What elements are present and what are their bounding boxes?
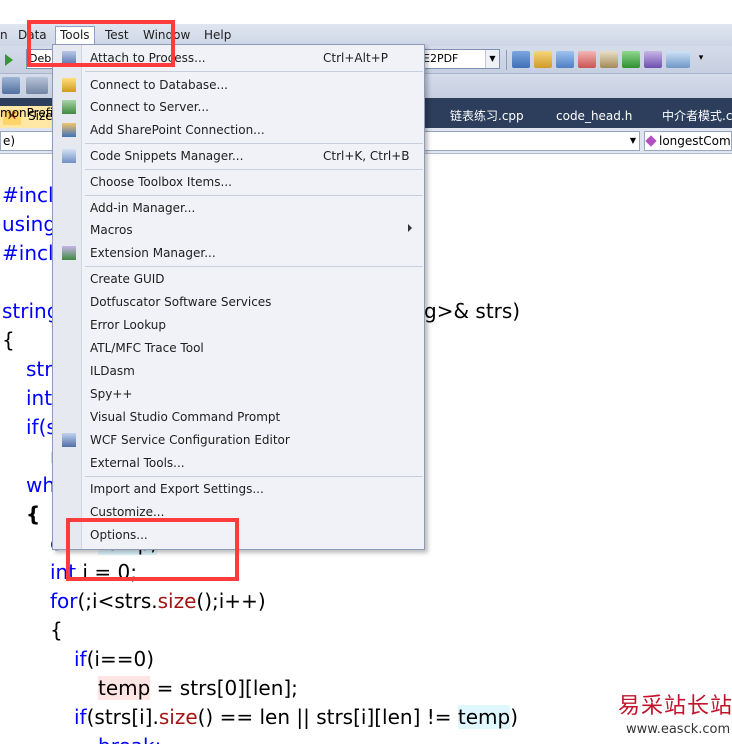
watermark-title: 易采站长站	[618, 694, 732, 719]
chevron-down-icon[interactable]: ▼	[485, 50, 499, 68]
code-line: g>& strs)	[424, 299, 521, 323]
code-line: using	[2, 212, 57, 236]
extension-manager-icon[interactable]	[644, 51, 662, 68]
start-page-icon[interactable]	[622, 51, 640, 68]
code-line: break;	[98, 734, 161, 744]
start-debug-icon[interactable]	[5, 54, 13, 66]
snippets-icon	[62, 149, 76, 163]
code-line: if(i==0)	[74, 647, 155, 671]
menu-separator	[85, 143, 423, 144]
menu-item-atl-mfc-trace-tool[interactable]: ATL/MFC Trace Tool	[54, 337, 424, 359]
menu-item-spy-plus-plus[interactable]: Spy++	[54, 383, 424, 405]
find-in-files-icon[interactable]	[512, 51, 530, 68]
tab-linked-list-cpp[interactable]: 链表练习.cpp	[450, 106, 524, 128]
platform-combo[interactable]: E2PDF ▼	[420, 49, 500, 69]
code-line: {	[26, 502, 41, 526]
wcf-icon	[62, 433, 76, 447]
tab-label: 链表练习.cpp	[450, 109, 524, 123]
tab-code-head-h[interactable]: code_head.h	[556, 106, 632, 128]
platform-value: E2PDF	[423, 52, 459, 65]
code-line: str	[26, 357, 53, 381]
annotation-highlight-tools-menu	[27, 20, 175, 67]
annotation-highlight-options	[66, 518, 239, 581]
code-line: temp = strs[0][len];	[98, 676, 298, 700]
menu-item-vs-command-prompt[interactable]: Visual Studio Command Prompt	[54, 406, 424, 428]
submenu-arrow-icon	[408, 224, 412, 232]
menu-item-code-snippets-manager[interactable]: Code Snippets Manager... Ctrl+K, Ctrl+B	[54, 145, 424, 167]
menu-item-external-tools[interactable]: External Tools...	[54, 452, 424, 474]
menu-separator	[85, 195, 423, 196]
command-window-icon[interactable]	[666, 51, 690, 68]
menu-item-macros[interactable]: Macros	[54, 219, 424, 241]
toolbar-button-icon[interactable]	[2, 77, 20, 94]
toolbar-options-icon[interactable]: ▾	[694, 51, 708, 68]
members-combo-value: e)	[3, 134, 16, 148]
menu-separator	[85, 71, 423, 72]
toolbar-separator	[506, 50, 507, 70]
functions-combo-value: longestCom	[659, 134, 731, 148]
method-icon	[645, 135, 657, 147]
code-line: wh	[26, 473, 56, 497]
menu-item-dotfuscator[interactable]: Dotfuscator Software Services	[54, 291, 424, 313]
chevron-down-icon[interactable]: ▼	[627, 132, 639, 150]
tools-dropdown-menu: Attach to Process... Ctrl+Alt+P Connect …	[52, 44, 425, 550]
code-line: int	[26, 386, 53, 410]
menu-separator	[85, 476, 423, 477]
toolbox-icon[interactable]	[600, 51, 618, 68]
code-line: #incl	[2, 183, 54, 207]
code-line: string	[2, 299, 60, 323]
menu-item-extension-manager[interactable]: Extension Manager...	[54, 242, 424, 264]
code-line: if(strs[i].size() == len || strs[i][len]…	[74, 705, 519, 729]
solution-explorer-icon[interactable]	[534, 51, 552, 68]
menu-item-import-export-settings[interactable]: Import and Export Settings...	[54, 478, 424, 500]
tab-mediator-pattern[interactable]: 中介者模式.c	[662, 106, 732, 128]
menu-item-add-sharepoint-connection[interactable]: Add SharePoint Connection...	[54, 119, 424, 141]
menu-item-wcf-service-config-editor[interactable]: WCF Service Configuration Editor	[54, 429, 424, 451]
database-icon	[62, 78, 76, 92]
menu-item-ildasm[interactable]: ILDasm	[54, 360, 424, 382]
menu-separator	[85, 266, 423, 267]
watermark: 易采站长站 www.easck.com	[612, 684, 732, 744]
properties-icon[interactable]	[556, 51, 574, 68]
extension-icon	[62, 246, 76, 260]
menu-item-choose-toolbox-items[interactable]: Choose Toolbox Items...	[54, 171, 424, 193]
menu-separator	[85, 169, 423, 170]
watermark-url: www.easck.com	[626, 722, 731, 737]
menu-item-create-guid[interactable]: Create GUID	[54, 268, 424, 290]
object-browser-icon[interactable]	[578, 51, 596, 68]
tab-label: 中介者模式.c	[662, 109, 732, 123]
menu-view-partial[interactable]: n	[0, 27, 8, 43]
tab-label: code_head.h	[556, 109, 633, 123]
code-line: #incl	[2, 241, 54, 265]
menu-item-add-in-manager[interactable]: Add-in Manager...	[54, 197, 424, 219]
menu-item-error-lookup[interactable]: Error Lookup	[54, 314, 424, 336]
sharepoint-icon	[62, 123, 76, 137]
toolbar-button-icon[interactable]	[26, 77, 48, 94]
menu-item-connect-to-server[interactable]: Connect to Server...	[54, 96, 424, 118]
code-line: for(;i<strs.size();i++)	[50, 589, 266, 613]
code-line: {	[2, 328, 15, 352]
code-line: {	[50, 618, 63, 642]
menu-help[interactable]: Help	[204, 27, 231, 43]
functions-combo[interactable]: longestCom	[644, 131, 732, 151]
server-icon	[62, 100, 76, 114]
menu-item-connect-to-database[interactable]: Connect to Database...	[54, 74, 424, 96]
